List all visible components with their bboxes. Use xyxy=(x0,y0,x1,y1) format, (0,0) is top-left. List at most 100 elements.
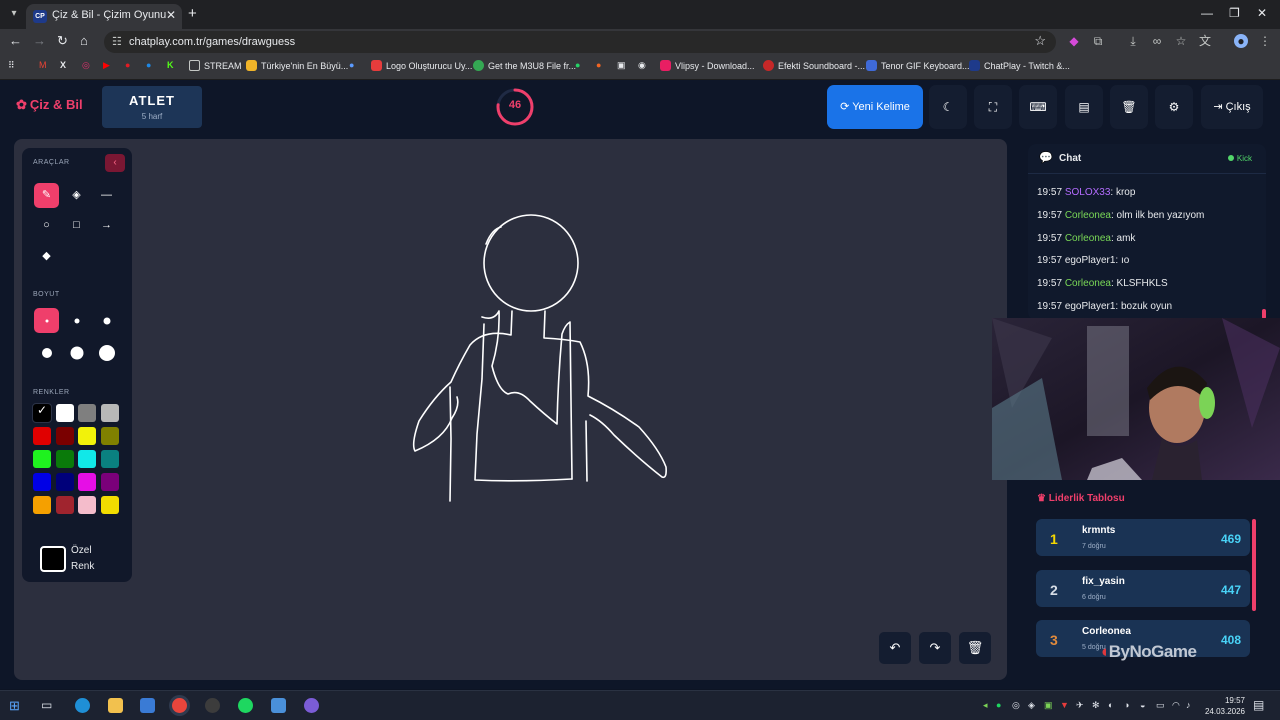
color-swatch[interactable] xyxy=(33,450,51,468)
forward-icon[interactable]: → xyxy=(33,33,46,48)
whatsapp-icon[interactable]: ● xyxy=(575,60,580,70)
tray-icon-4[interactable]: ▣ xyxy=(1044,700,1053,711)
wifi-icon[interactable]: ◠ xyxy=(1172,700,1180,711)
notifications-icon[interactable]: ▤ xyxy=(1253,698,1264,712)
file-explorer-icon[interactable] xyxy=(108,698,123,713)
fill-tool[interactable]: ◆ xyxy=(34,244,59,269)
message-user[interactable]: egoPlayer1 xyxy=(1065,255,1116,266)
size-2[interactable] xyxy=(64,308,89,333)
x-icon[interactable]: X xyxy=(60,60,66,70)
bookmark-star-icon[interactable]: ☆ xyxy=(1034,33,1046,49)
color-swatch[interactable] xyxy=(33,496,51,514)
size-6[interactable] xyxy=(94,340,119,365)
download-icon[interactable]: ⤓ xyxy=(1126,34,1140,48)
tray-icon-1[interactable]: ◂ xyxy=(983,700,988,711)
color-swatch[interactable] xyxy=(78,473,96,491)
link-icon[interactable]: ∞ xyxy=(1150,34,1164,48)
obs-icon[interactable] xyxy=(205,698,220,713)
bookmark-2[interactable]: Türkiye'nin En Büyü... xyxy=(246,60,348,71)
custom-color-button[interactable] xyxy=(40,546,66,572)
size-3[interactable] xyxy=(94,308,119,333)
browser-tab[interactable]: CP Çiz & Bil - Çizim Oyunu ✕ xyxy=(26,4,182,29)
tray-icon-7[interactable]: ✻ xyxy=(1092,700,1100,711)
message-user[interactable]: SOLOX33 xyxy=(1065,187,1111,198)
color-swatch[interactable] xyxy=(100,496,119,514)
extensions-puzzle-icon[interactable]: ⧉ xyxy=(1091,34,1105,48)
color-swatch[interactable] xyxy=(55,427,74,445)
tray-icon-6[interactable]: ✈ xyxy=(1076,700,1084,711)
leaderboard-scrollbar[interactable] xyxy=(1252,519,1256,611)
color-swatch[interactable] xyxy=(55,404,74,422)
chrome-icon[interactable] xyxy=(172,698,187,713)
system-clock[interactable]: 19:57 24.03.2026 xyxy=(1199,695,1245,717)
rectangle-tool[interactable]: □ xyxy=(64,213,89,238)
omnibox[interactable]: ☷ chatplay.com.tr/games/drawguess ☆ xyxy=(104,31,1056,53)
discord-icon[interactable] xyxy=(304,698,319,713)
clear-button[interactable]: 🗑 xyxy=(1110,85,1148,129)
gmail-icon[interactable]: M xyxy=(39,60,47,70)
tray-icon-9[interactable]: ◑ xyxy=(1124,700,1129,710)
message-user[interactable]: Corleonea xyxy=(1065,210,1111,221)
edge-icon[interactable] xyxy=(75,698,90,713)
tray-spotify-icon[interactable]: ● xyxy=(996,700,1001,710)
translate-icon[interactable]: 文 xyxy=(1198,34,1212,48)
profile-avatar[interactable]: ● xyxy=(1234,34,1248,48)
app-icon[interactable] xyxy=(271,698,286,713)
bookmark-8[interactable]: ChatPlay - Twitch &... xyxy=(969,60,1070,71)
restore-icon[interactable]: ❐ xyxy=(1229,6,1240,20)
home-icon[interactable]: ⌂ xyxy=(80,33,88,48)
color-swatch[interactable] xyxy=(33,427,51,445)
bookmark-7[interactable]: Tenor GIF Keyboard... xyxy=(866,60,970,71)
bookmark-icon-gray[interactable]: ◉ xyxy=(638,60,646,71)
color-swatch[interactable] xyxy=(100,427,119,445)
tray-icon-5[interactable]: ▼ xyxy=(1060,700,1069,710)
undo-button[interactable]: ↶ xyxy=(879,632,911,664)
color-swatch[interactable] xyxy=(33,473,51,491)
bookmark-icon-red[interactable]: ● xyxy=(125,60,130,70)
eraser-tool[interactable]: ◈ xyxy=(64,183,89,208)
color-swatch[interactable] xyxy=(55,496,74,514)
pen-tool[interactable]: ✎ xyxy=(34,183,59,208)
windows-start-icon[interactable]: ⊞ xyxy=(9,698,20,714)
bookmark-icon-orange[interactable]: ● xyxy=(596,60,601,70)
keyboard-button[interactable]: ⌨ xyxy=(1019,85,1057,129)
bookmark-icon-blue[interactable]: ● xyxy=(146,60,151,70)
tray-icon-8[interactable]: ◐ xyxy=(1108,700,1113,710)
bookmark-icon-white[interactable]: ▣ xyxy=(617,60,626,71)
tray-icon-10[interactable]: ◒ xyxy=(1140,700,1145,710)
tab-close-icon[interactable]: ✕ xyxy=(166,8,176,22)
back-icon[interactable]: ← xyxy=(9,33,22,48)
circle-tool[interactable]: ○ xyxy=(34,213,59,238)
redo-button[interactable]: ↷ xyxy=(919,632,951,664)
new-word-button[interactable]: ⟳ Yeni Kelime xyxy=(827,85,923,129)
youtube-icon[interactable]: ▶ xyxy=(103,60,110,71)
browser-menu-icon[interactable]: ⋮ xyxy=(1258,34,1272,48)
color-swatch[interactable] xyxy=(55,473,74,491)
bookmark-stream[interactable]: STREAM xyxy=(189,60,242,71)
site-info-icon[interactable]: ☷ xyxy=(112,35,122,48)
fullscreen-button[interactable]: ⛶ xyxy=(974,85,1012,129)
window-close-icon[interactable]: ✕ xyxy=(1257,6,1267,20)
tab-search-icon[interactable]: ▾ xyxy=(6,6,22,22)
tray-icon-3[interactable]: ◈ xyxy=(1028,700,1035,711)
color-swatch[interactable] xyxy=(100,404,119,422)
new-tab-icon[interactable]: + xyxy=(188,5,197,22)
color-swatch[interactable] xyxy=(55,450,74,468)
spotify-icon[interactable] xyxy=(238,698,253,713)
archive-button[interactable]: ▤ xyxy=(1065,85,1103,129)
dark-mode-button[interactable]: ☾ xyxy=(929,85,967,129)
bookmark-4[interactable]: Get the M3U8 File fr... xyxy=(473,60,576,71)
url-text[interactable]: chatplay.com.tr/games/drawguess xyxy=(129,36,295,48)
color-swatch[interactable] xyxy=(78,427,96,445)
arrow-tool[interactable]: → xyxy=(94,213,119,238)
size-4[interactable] xyxy=(34,340,59,365)
store-icon[interactable] xyxy=(140,698,155,713)
instagram-icon[interactable]: ◎ xyxy=(82,60,90,71)
message-user[interactable]: Corleonea xyxy=(1065,278,1111,289)
color-swatch[interactable] xyxy=(78,450,96,468)
bookmarks-icon[interactable]: ☆ xyxy=(1174,34,1188,48)
minimize-icon[interactable]: — xyxy=(1201,6,1213,20)
logout-button[interactable]: ⇥ Çıkış xyxy=(1201,85,1263,129)
line-tool[interactable]: — xyxy=(94,183,119,208)
bookmark-3[interactable]: Logo Oluşturucu Uy... xyxy=(371,60,472,71)
